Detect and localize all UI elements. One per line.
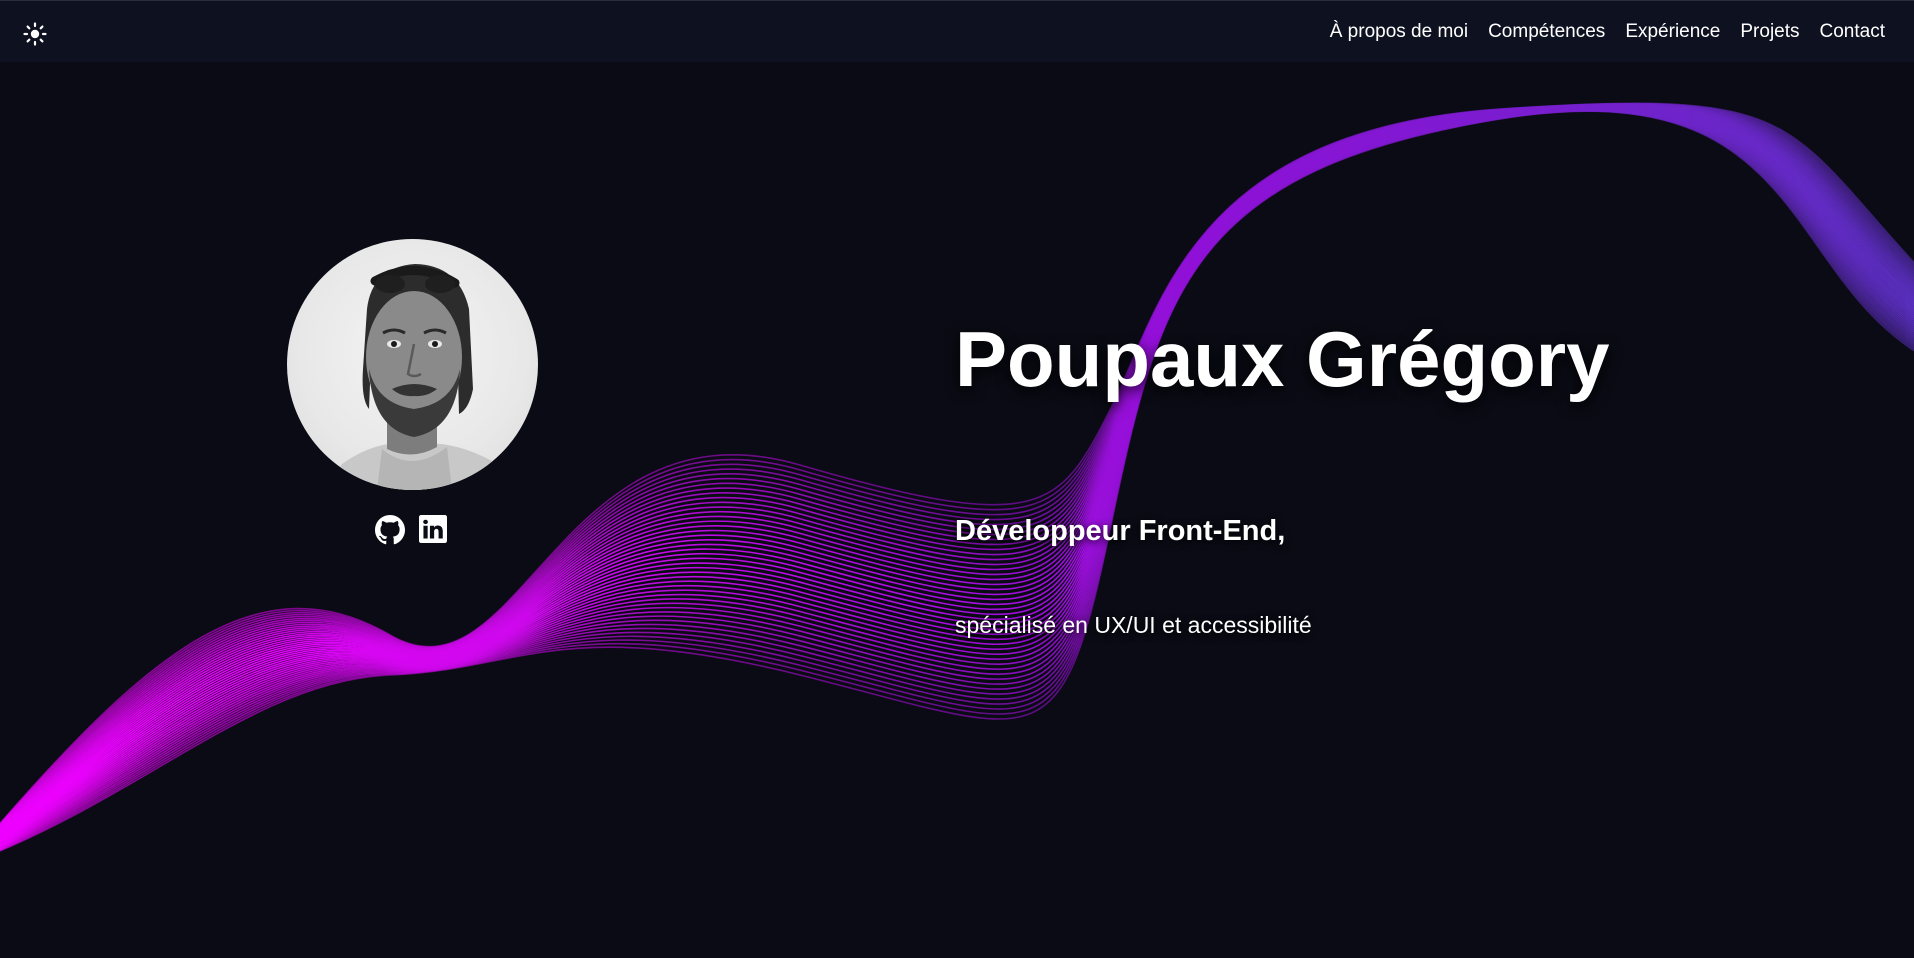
linkedin-link[interactable]	[419, 515, 449, 545]
social-links	[375, 515, 449, 545]
linkedin-icon	[419, 515, 447, 543]
avatar	[327, 264, 502, 490]
nav-link-about[interactable]: À propos de moi	[1330, 21, 1468, 43]
theme-toggle-button[interactable]	[22, 21, 48, 47]
nav-link-skills[interactable]: Compétences	[1488, 21, 1605, 43]
profile-photo	[287, 239, 538, 490]
hero-specialty: spécialisé en UX/UI et accessibilité	[955, 612, 1312, 638]
decorative-wave-background	[0, 102, 1914, 852]
sun-icon	[23, 22, 47, 46]
top-navbar: À propos de moi Compétences Expérience P…	[0, 0, 1914, 62]
nav-menu: À propos de moi Compétences Expérience P…	[1330, 1, 1885, 63]
hero-name: Poupaux Grégory	[955, 315, 1610, 403]
nav-link-projects[interactable]: Projets	[1740, 21, 1799, 43]
hero-role: Développeur Front-End,	[955, 515, 1286, 547]
github-icon	[375, 515, 405, 545]
nav-link-contact[interactable]: Contact	[1820, 21, 1885, 43]
page: À propos de moi Compétences Expérience P…	[0, 0, 1914, 958]
nav-link-experience[interactable]: Expérience	[1625, 21, 1720, 43]
github-link[interactable]	[375, 515, 405, 545]
